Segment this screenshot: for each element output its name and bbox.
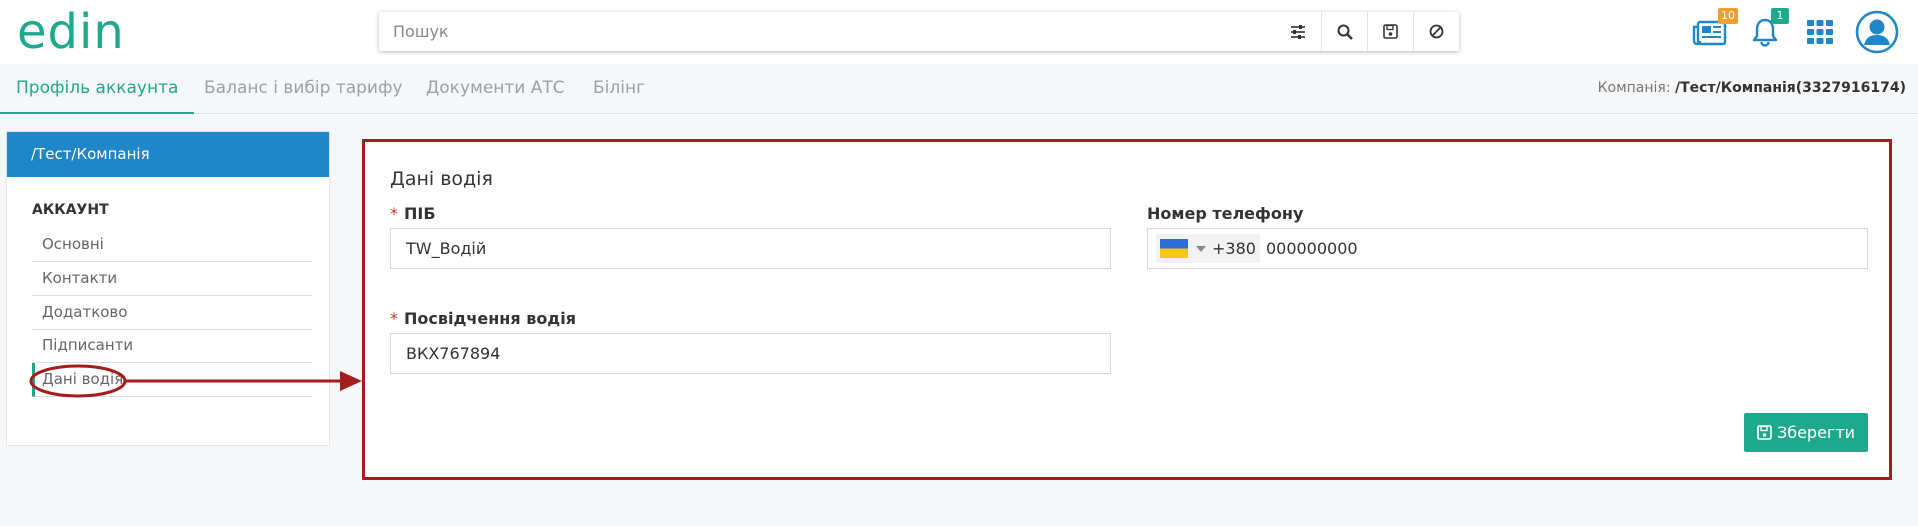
- sidebar-item-contacts[interactable]: Контакти: [32, 262, 312, 296]
- company-value: /Тест/Компанія(3327916174): [1675, 80, 1906, 96]
- search-button[interactable]: [1321, 12, 1367, 51]
- ukraine-flag-icon: [1160, 239, 1188, 258]
- search-box: [379, 12, 1459, 51]
- chevron-down-icon: [1196, 245, 1206, 252]
- apps-menu-button[interactable]: [1798, 10, 1842, 54]
- search-input[interactable]: [379, 12, 1275, 51]
- notifications-button[interactable]: 1: [1743, 8, 1789, 54]
- panel-title: Дані водія: [390, 168, 493, 190]
- tab-billing[interactable]: Білінг: [593, 64, 645, 114]
- phone-number-value: 000000000: [1265, 239, 1358, 258]
- name-field[interactable]: TW_Водій: [390, 228, 1111, 269]
- company-info: Компанія: /Тест/Компанія(3327916174): [1598, 80, 1906, 96]
- sidebar-item-signers[interactable]: Підписанти: [32, 329, 312, 363]
- license-field-value: ВКХ767894: [406, 344, 501, 363]
- floppy-disk-icon: [1757, 425, 1772, 440]
- name-label-text: ПІБ: [404, 204, 436, 223]
- messages-badge: 10: [1718, 8, 1738, 24]
- user-avatar-icon: [1855, 10, 1899, 54]
- ban-icon: [1429, 24, 1444, 39]
- messages-button[interactable]: 10: [1688, 8, 1738, 54]
- tab-ats-documents[interactable]: Документи АТС: [426, 64, 565, 114]
- country-selector[interactable]: +380: [1156, 234, 1260, 263]
- floppy-disk-icon: [1383, 24, 1398, 39]
- license-label: * Посвідчення водія: [390, 309, 576, 328]
- sidebar-item-main[interactable]: Основні: [32, 228, 312, 262]
- filter-button[interactable]: [1275, 12, 1321, 51]
- company-label: Компанія:: [1597, 80, 1671, 96]
- country-code: +380: [1212, 239, 1256, 258]
- driver-data-panel: [362, 139, 1892, 480]
- sidebar-item-additional[interactable]: Додатково: [32, 296, 312, 330]
- tab-account-profile[interactable]: Профіль аккаунта: [0, 64, 195, 114]
- license-label-text: Посвідчення водія: [404, 309, 576, 328]
- license-field[interactable]: ВКХ767894: [390, 333, 1111, 374]
- sidebar: /Тест/Компанія АККАУНТ Основні Контакти …: [6, 131, 330, 446]
- notifications-badge: 1: [1771, 8, 1789, 24]
- clear-search-button[interactable]: [1413, 12, 1459, 51]
- top-header: edin Пошук 10 1: [0, 0, 1918, 64]
- save-button[interactable]: Зберегти: [1744, 413, 1868, 452]
- sidebar-section-title: АККАУНТ: [32, 202, 109, 218]
- user-menu-button[interactable]: [1853, 8, 1901, 56]
- save-search-button[interactable]: [1367, 12, 1413, 51]
- sliders-icon: [1291, 24, 1305, 39]
- phone-field[interactable]: +380 000000000: [1147, 228, 1868, 269]
- sidebar-header[interactable]: /Тест/Компанія: [7, 132, 329, 177]
- arrow-head: [340, 371, 362, 391]
- logo-text: edin: [17, 10, 125, 56]
- required-mark: *: [390, 309, 398, 328]
- sidebar-item-driver-data[interactable]: Дані водія: [32, 363, 312, 397]
- phone-label: Номер телефону: [1147, 204, 1304, 223]
- name-field-value: TW_Водій: [406, 239, 487, 258]
- required-mark: *: [390, 204, 398, 223]
- tabs-bar: Профіль аккаунта Баланс і вибір тарифу Д…: [0, 64, 1918, 114]
- grid-icon: [1807, 20, 1833, 44]
- edin-logo[interactable]: edin: [17, 10, 162, 56]
- name-label: * ПІБ: [390, 204, 436, 223]
- tab-balance-tariff[interactable]: Баланс і вибір тарифу: [204, 64, 403, 114]
- save-button-label: Зберегти: [1776, 423, 1856, 442]
- search-icon: [1337, 24, 1353, 40]
